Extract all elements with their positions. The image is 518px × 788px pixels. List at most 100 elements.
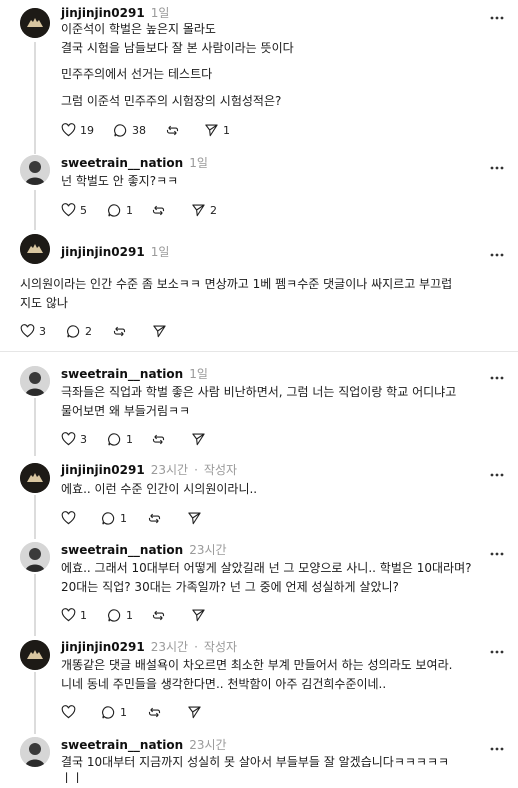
username-text[interactable]: jinjinjin0291 — [61, 6, 145, 20]
comment-text: 에효.. 그래서 10대부터 어떻게 살았길래 넌 그 모양으로 사니.. 학벌… — [61, 561, 472, 575]
comment-text: 극좌들은 직업과 학벌 좋은 사람 비난하면서, 그럼 너는 직업이랑 학교 어… — [61, 385, 457, 399]
repost-button[interactable] — [151, 607, 170, 623]
more-icon[interactable] — [488, 368, 506, 380]
more-icon[interactable] — [488, 158, 506, 170]
heart-icon — [61, 705, 76, 719]
like-button[interactable]: 3 — [20, 323, 46, 339]
username[interactable]: jinjinjin0291 23시간 · 작성자 — [61, 638, 237, 655]
comment-button[interactable]: 2 — [66, 323, 92, 339]
comment-button[interactable]: 1 — [107, 202, 133, 218]
comment-button[interactable]: 1 — [107, 607, 133, 623]
comment-text: 이준석이 학벌은 높은지 몰라도 — [61, 22, 216, 36]
reply-count: 1 — [126, 432, 133, 446]
comment-text: 시의원이라는 인간 수준 좀 보소ㅋㅋ 면상까고 1베 펨ㅋ수준 댓글이나 싸지… — [20, 277, 453, 291]
share-button[interactable] — [152, 323, 171, 339]
more-icon[interactable] — [488, 739, 506, 751]
comment-button[interactable]: 1 — [101, 510, 127, 526]
repost-button[interactable] — [165, 122, 184, 138]
like-count: 3 — [80, 432, 87, 446]
username-text[interactable]: jinjinjin0291 — [61, 640, 145, 654]
username-text[interactable]: sweetrain__nation — [61, 543, 183, 557]
author-badge: 작성자 — [203, 640, 238, 654]
comment-text: 넌 학벌도 안 좋지?ㅋㅋ — [61, 174, 179, 188]
like-button[interactable] — [61, 704, 80, 720]
share-icon — [188, 706, 201, 719]
heart-icon — [61, 123, 76, 137]
reply-count: 1 — [120, 705, 127, 719]
repost-button[interactable] — [112, 323, 131, 339]
comment-button[interactable]: 38 — [113, 122, 146, 138]
comment-button[interactable]: 1 — [101, 704, 127, 720]
more-icon[interactable] — [488, 465, 506, 477]
repost-icon — [148, 513, 161, 523]
username[interactable]: sweetrain__nation 23시간 — [61, 541, 227, 558]
repost-icon — [152, 610, 165, 620]
share-button[interactable] — [187, 510, 206, 526]
reply-count: 1 — [126, 203, 133, 217]
thread-line — [34, 495, 36, 539]
username-text[interactable]: sweetrain__nation — [61, 367, 183, 381]
more-icon[interactable] — [488, 642, 506, 654]
like-button[interactable] — [61, 510, 80, 526]
reply-count: 1 — [120, 511, 127, 525]
avatar[interactable] — [20, 8, 50, 38]
username-text[interactable]: jinjinjin0291 — [61, 245, 145, 259]
like-button[interactable]: 19 — [61, 122, 94, 138]
share-icon — [192, 204, 205, 217]
more-icon[interactable] — [488, 245, 506, 257]
avatar[interactable] — [20, 366, 50, 396]
share-button[interactable] — [191, 431, 210, 447]
username[interactable]: sweetrain__nation 1일 — [61, 154, 208, 171]
username-text[interactable]: jinjinjin0291 — [61, 463, 145, 477]
repost-icon — [113, 326, 126, 336]
repost-icon — [166, 125, 179, 135]
username[interactable]: sweetrain__nation 1일 — [61, 365, 208, 382]
username-text[interactable]: sweetrain__nation — [61, 156, 183, 170]
comment-text: 결국 10대부터 지금까지 성실히 못 살아서 부들부들 잘 알겠습니다ㅋㅋㅋㅋ… — [61, 755, 450, 769]
avatar[interactable] — [20, 542, 50, 572]
more-icon[interactable] — [488, 544, 506, 556]
repost-button[interactable] — [151, 431, 170, 447]
share-button[interactable] — [187, 704, 206, 720]
share-icon — [192, 433, 205, 446]
comment-button[interactable]: 1 — [107, 431, 133, 447]
repost-icon — [148, 707, 161, 717]
avatar[interactable] — [20, 234, 50, 264]
username[interactable]: jinjinjin0291 1일 — [61, 4, 169, 21]
share-button[interactable]: 2 — [191, 202, 217, 218]
username[interactable]: jinjinjin0291 23시간 · 작성자 — [61, 461, 237, 478]
avatar[interactable] — [20, 155, 50, 185]
share-button[interactable]: 1 — [204, 122, 230, 138]
avatar[interactable] — [20, 463, 50, 493]
thread-line — [34, 574, 36, 636]
comment-text: 지도 않나 — [20, 296, 68, 310]
share-button[interactable] — [191, 607, 210, 623]
avatar[interactable] — [20, 737, 50, 767]
comment-text: 결국 시험을 남들보다 잘 본 사람이라는 뜻이다 — [61, 41, 294, 55]
comment-text: 그럼 이준석 민주주의 시험장의 시험성적은? — [61, 94, 282, 108]
share-icon — [188, 512, 201, 525]
timestamp: 23시간 — [150, 463, 189, 477]
like-button[interactable]: 5 — [61, 202, 87, 218]
username[interactable]: jinjinjin0291 1일 — [61, 243, 169, 260]
share-count: 1 — [223, 123, 230, 137]
comment-text: 에효.. 이런 수준 인간이 시의원이라니.. — [61, 482, 258, 496]
repost-button[interactable] — [151, 202, 170, 218]
comment-text: 민주주의에서 선거는 테스트다 — [61, 67, 213, 81]
username[interactable]: sweetrain__nation 23시간 — [61, 736, 227, 753]
timestamp: 1일 — [150, 245, 170, 259]
reply-count: 2 — [85, 324, 92, 338]
comment-icon — [108, 203, 121, 217]
repost-button[interactable] — [147, 704, 166, 720]
repost-button[interactable] — [147, 510, 166, 526]
thread-line — [34, 398, 36, 456]
heart-icon — [61, 608, 76, 622]
like-count: 3 — [39, 324, 46, 338]
like-button[interactable]: 1 — [61, 607, 87, 623]
username-text[interactable]: sweetrain__nation — [61, 738, 183, 752]
more-icon[interactable] — [488, 8, 506, 20]
like-button[interactable]: 3 — [61, 431, 87, 447]
timestamp: 1일 — [189, 367, 208, 381]
comment-icon — [102, 511, 115, 525]
avatar[interactable] — [20, 640, 50, 670]
